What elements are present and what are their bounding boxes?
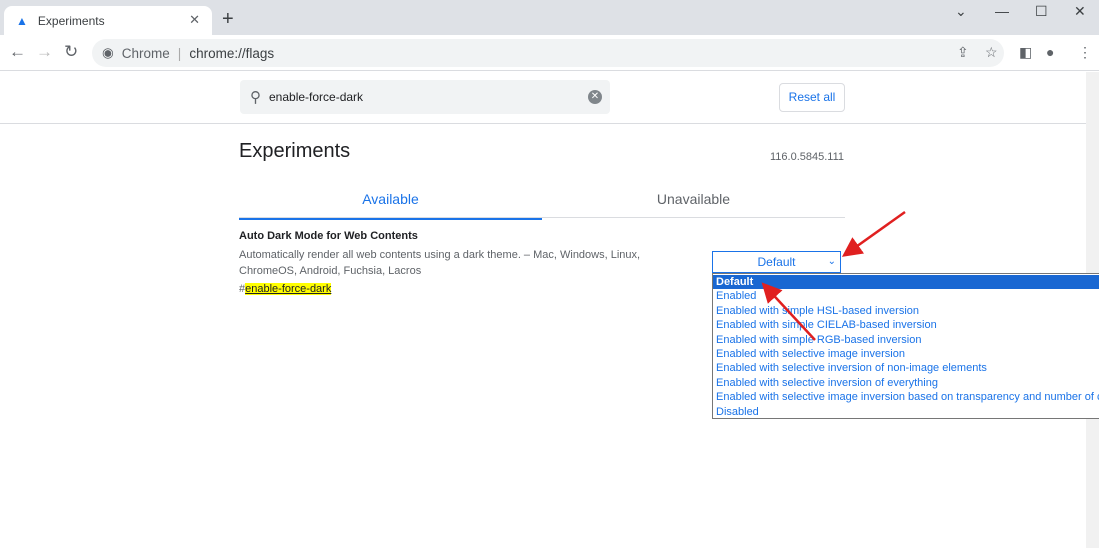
annotation-arrow bbox=[761, 282, 816, 341]
annotation-arrow bbox=[841, 210, 906, 257]
annotation-arrows bbox=[761, 210, 906, 341]
